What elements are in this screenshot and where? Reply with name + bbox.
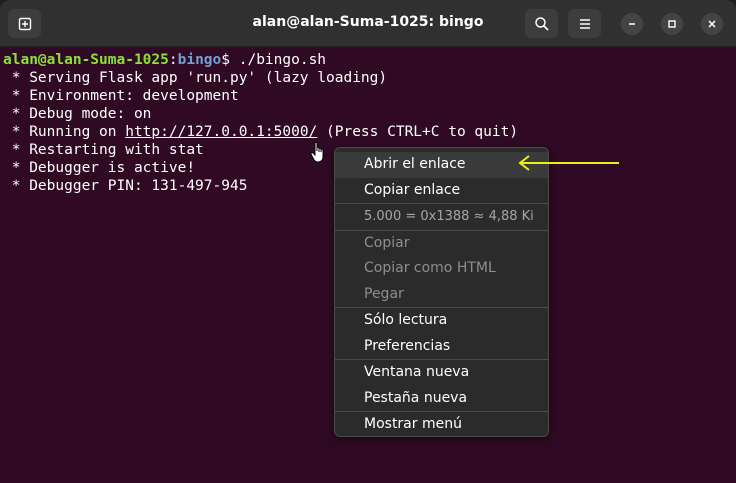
hand-pointer-icon [310, 141, 324, 163]
menu-item-number-info: 5.000 = 0x1388 ≈ 4,88 Ki [364, 209, 534, 224]
prompt-separator: : [168, 52, 178, 68]
maximize-button[interactable] [661, 13, 683, 35]
search-icon [534, 16, 549, 31]
menu-item-copy-link[interactable]: Copiar enlace [335, 178, 548, 204]
running-suffix: (Press CTRL+C to quit) [317, 124, 519, 140]
output-line: * Serving Flask app 'run.py' (lazy loadi… [3, 70, 388, 86]
close-button[interactable] [701, 13, 723, 35]
search-button[interactable] [525, 9, 558, 38]
prompt-user: alan@alan-Suma-1025 [3, 52, 169, 68]
output-line: * Environment: development [3, 88, 239, 104]
maximize-icon [668, 20, 676, 28]
menu-item-new-window[interactable]: Ventana nueva [335, 360, 548, 386]
server-url-link[interactable]: http://127.0.0.1:5000/ [125, 124, 317, 140]
hamburger-menu-icon [579, 18, 590, 29]
menu-item-copy: Copiar [364, 234, 410, 251]
menu-item-new-tab[interactable]: Pestaña nueva [335, 386, 548, 412]
prompt-line: alan@alan-Suma-1025:bingo$ ./bingo.sh [3, 51, 736, 69]
minimize-icon [629, 23, 635, 25]
hamburger-menu-button[interactable] [568, 9, 601, 38]
title-bar: alan@alan-Suma-1025: bingo [0, 0, 736, 47]
annotation-arrow-icon [518, 155, 619, 171]
close-icon [708, 20, 716, 28]
context-menu: Abrir el enlace Copiar enlace 5.000 = 0x… [334, 147, 549, 437]
menu-item-read-only[interactable]: Sólo lectura [335, 308, 548, 334]
command-text: ./bingo.sh [230, 52, 327, 68]
minimize-button[interactable] [621, 13, 643, 35]
running-prefix: * Running on [3, 124, 126, 140]
menu-item-preferences[interactable]: Preferencias [335, 334, 548, 360]
prompt-symbol: $ [221, 52, 230, 68]
menu-item-paste: Pegar [364, 285, 404, 302]
running-line: * Running on http://127.0.0.1:5000/ (Pre… [3, 123, 736, 141]
menu-item-copy-html: Copiar como HTML [364, 260, 496, 276]
prompt-path: bingo [177, 52, 222, 68]
menu-item-show-menu[interactable]: Mostrar menú [335, 412, 548, 438]
terminal-window: alan@alan-Suma-1025: bingo alan@alan-Sum… [0, 0, 736, 483]
output-line: * Debug mode: on [3, 106, 152, 122]
